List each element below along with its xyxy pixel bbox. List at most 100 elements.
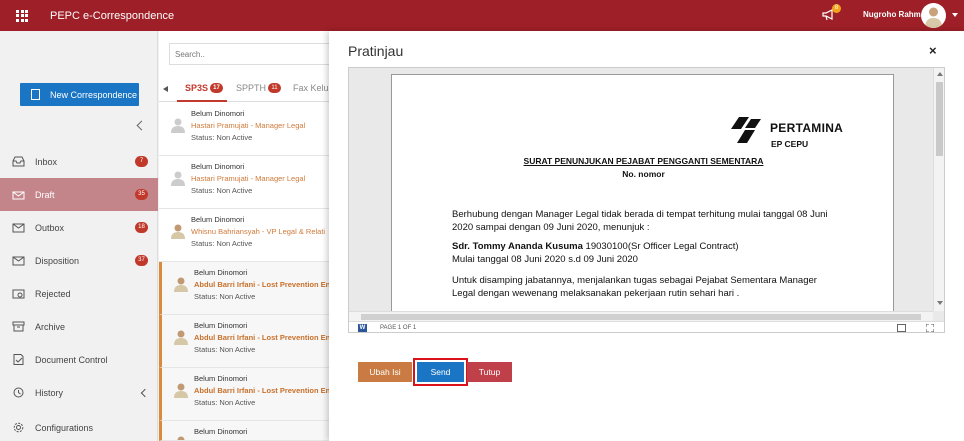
page-indicator: PAGE 1 OF 1 (380, 325, 417, 331)
list-item[interactable]: Belum Dinomori Abdul Barri Irfani - Lost… (159, 315, 329, 368)
sidebar-item-outbox[interactable]: Outbox 18 (0, 211, 158, 244)
rejected-icon (12, 289, 25, 299)
scroll-down-icon[interactable] (937, 301, 943, 305)
list-item[interactable]: Belum Dinomori Hastari Pramujati - Manag… (159, 156, 329, 209)
new-correspondence-button[interactable]: New Correspondence (20, 83, 139, 106)
close-button[interactable]: Tutup (467, 362, 512, 382)
item-number-status: Belum Dinomori (194, 321, 248, 330)
word-document-icon[interactable]: W (358, 324, 367, 332)
sidebar-item-label: Document Control (35, 354, 108, 365)
user-name[interactable]: Nugroho Rahm (863, 10, 921, 19)
scroll-thumb[interactable] (936, 82, 943, 156)
inbox-count-badge: 7 (135, 156, 148, 167)
draft-icon (12, 191, 25, 200)
list-item[interactable]: Belum Dinomori (159, 421, 329, 441)
item-number-status: Belum Dinomori (191, 109, 245, 118)
draft-count-badge: 35 (135, 189, 148, 200)
item-sender: Hastari Pramujati - Manager Legal (191, 121, 306, 130)
outbox-icon (12, 223, 25, 233)
sidebar-item-disposition[interactable]: Disposition 37 (0, 244, 158, 277)
user-menu-caret-icon[interactable] (952, 13, 958, 17)
new-document-icon (31, 89, 40, 100)
item-sender: Whisnu Bahriansyah - VP Legal & Relati (191, 227, 326, 236)
document-viewer[interactable]: PERTAMINA EP CEPU SURAT PENUNJUKAN PEJAB… (348, 67, 945, 333)
apps-grid-icon[interactable] (16, 9, 28, 22)
pertamina-logo (731, 117, 761, 143)
sidebar-item-draft[interactable]: Draft 35 (0, 178, 158, 211)
item-sender: Abdul Barri Irfani - Lost Prevention Eng (194, 386, 329, 395)
horizontal-scrollbar[interactable] (349, 311, 933, 321)
paragraph-line: Berhubung dengan Manager Legal tidak ber… (452, 209, 828, 220)
period-line: Mulai tanggal 08 Juni 2020 s.d 09 Juni 2… (452, 254, 638, 265)
search-input[interactable] (169, 43, 339, 65)
sidebar-item-inbox[interactable]: Inbox 7 (0, 145, 158, 178)
list-item[interactable]: Belum Dinomori Hastari Pramujati - Manag… (159, 103, 329, 156)
new-correspondence-label: New Correspondence (50, 89, 138, 100)
tab-label: SP3S (185, 83, 209, 93)
vertical-scrollbar[interactable] (933, 68, 944, 311)
sidebar-item-label: Inbox (35, 156, 58, 167)
edit-content-button[interactable]: Ubah Isi (358, 362, 412, 382)
item-number-status: Belum Dinomori (194, 427, 248, 436)
item-status: Status: Non Active (191, 133, 253, 142)
person-photo-icon (171, 224, 185, 239)
sidebar-item-configurations[interactable]: Configurations (0, 411, 158, 441)
history-expand-icon[interactable] (140, 388, 150, 397)
close-icon[interactable]: × (929, 43, 937, 58)
sidebar-item-history[interactable]: History (0, 376, 158, 409)
list-item[interactable]: Belum Dinomori Whisnu Bahriansyah - VP L… (159, 209, 329, 262)
sidebar-item-rejected[interactable]: Rejected (0, 277, 158, 310)
collapse-sidebar-icon[interactable] (136, 120, 147, 131)
gear-icon (13, 422, 24, 433)
scroll-up-icon[interactable] (937, 72, 943, 76)
item-sender: Hastari Pramujati - Manager Legal (191, 174, 306, 183)
send-button[interactable]: Send (417, 362, 464, 382)
archive-icon (12, 321, 25, 332)
document-page: PERTAMINA EP CEPU SURAT PENUNJUKAN PEJAB… (391, 74, 894, 332)
company-name: PERTAMINA (770, 121, 844, 135)
paragraph-line: Legal dengan wewenang melaksanakan peker… (452, 288, 740, 299)
document-number: No. nomor (622, 169, 665, 179)
person-placeholder-icon (171, 118, 185, 133)
inbox-icon (12, 156, 25, 167)
list-tabs: SP3S 17 SPPTH 11 Fax Keluar (159, 76, 337, 102)
paragraph-line: 2020 sampai dengan 09 Juni 2020, menunju… (452, 222, 650, 233)
history-icon (13, 387, 24, 398)
appointee-name: Sdr. Tommy Ananda Kusuma (452, 241, 583, 252)
app-title: PEPC e-Correspondence (50, 9, 175, 22)
item-status: Status: Non Active (194, 292, 256, 301)
person-photo-icon (174, 277, 188, 292)
user-avatar[interactable] (921, 3, 946, 28)
disposition-icon (12, 256, 25, 266)
item-number-status: Belum Dinomori (191, 215, 245, 224)
paragraph-line: Untuk disamping jabatannya, menjalankan … (452, 275, 817, 286)
document-control-icon (13, 354, 24, 365)
person-placeholder-icon (171, 171, 185, 186)
tabs-prev-icon[interactable] (163, 86, 168, 92)
item-sender: Abdul Barri Irfani - Lost Prevention Eng (194, 280, 329, 289)
person-photo-icon (177, 436, 185, 440)
disposition-count-badge: 37 (135, 255, 148, 266)
fullscreen-icon[interactable] (926, 324, 934, 332)
avatar-icon (925, 7, 942, 28)
tab-badge: 17 (210, 83, 224, 93)
list-item[interactable]: Belum Dinomori Abdul Barri Irfani - Lost… (159, 262, 329, 315)
sidebar-item-document-control[interactable]: Document Control (0, 343, 158, 376)
modal-title: Pratinjau (348, 43, 404, 59)
correspondence-list-panel: SP3S17 SPPTH11 Fax Keluar Belum Dinomori… (159, 31, 339, 441)
person-photo-icon (174, 330, 188, 345)
appointee-line: Sdr. Tommy Ananda Kusuma 19030100(Sr Off… (452, 240, 739, 253)
item-status: Status: Non Active (191, 186, 253, 195)
tab-sppth[interactable]: SPPTH 11 (236, 83, 282, 93)
sidebar-item-archive[interactable]: Archive (0, 310, 158, 343)
person-photo-icon (174, 383, 188, 398)
list-item[interactable]: Belum Dinomori Abdul Barri Irfani - Lost… (159, 368, 329, 421)
appointee-detail: 19030100(Sr Officer Legal Contract) (582, 241, 739, 252)
view-mode-icon[interactable] (897, 324, 906, 332)
viewer-toolbar: W PAGE 1 OF 1 (349, 321, 944, 332)
top-bar: PEPC e-Correspondence 8 Nugroho Rahm (0, 0, 964, 31)
scroll-thumb[interactable] (361, 314, 921, 320)
item-status: Status: Non Active (194, 345, 256, 354)
item-number-status: Belum Dinomori (191, 162, 245, 171)
tab-sp3s[interactable]: SP3S 17 (185, 83, 224, 93)
